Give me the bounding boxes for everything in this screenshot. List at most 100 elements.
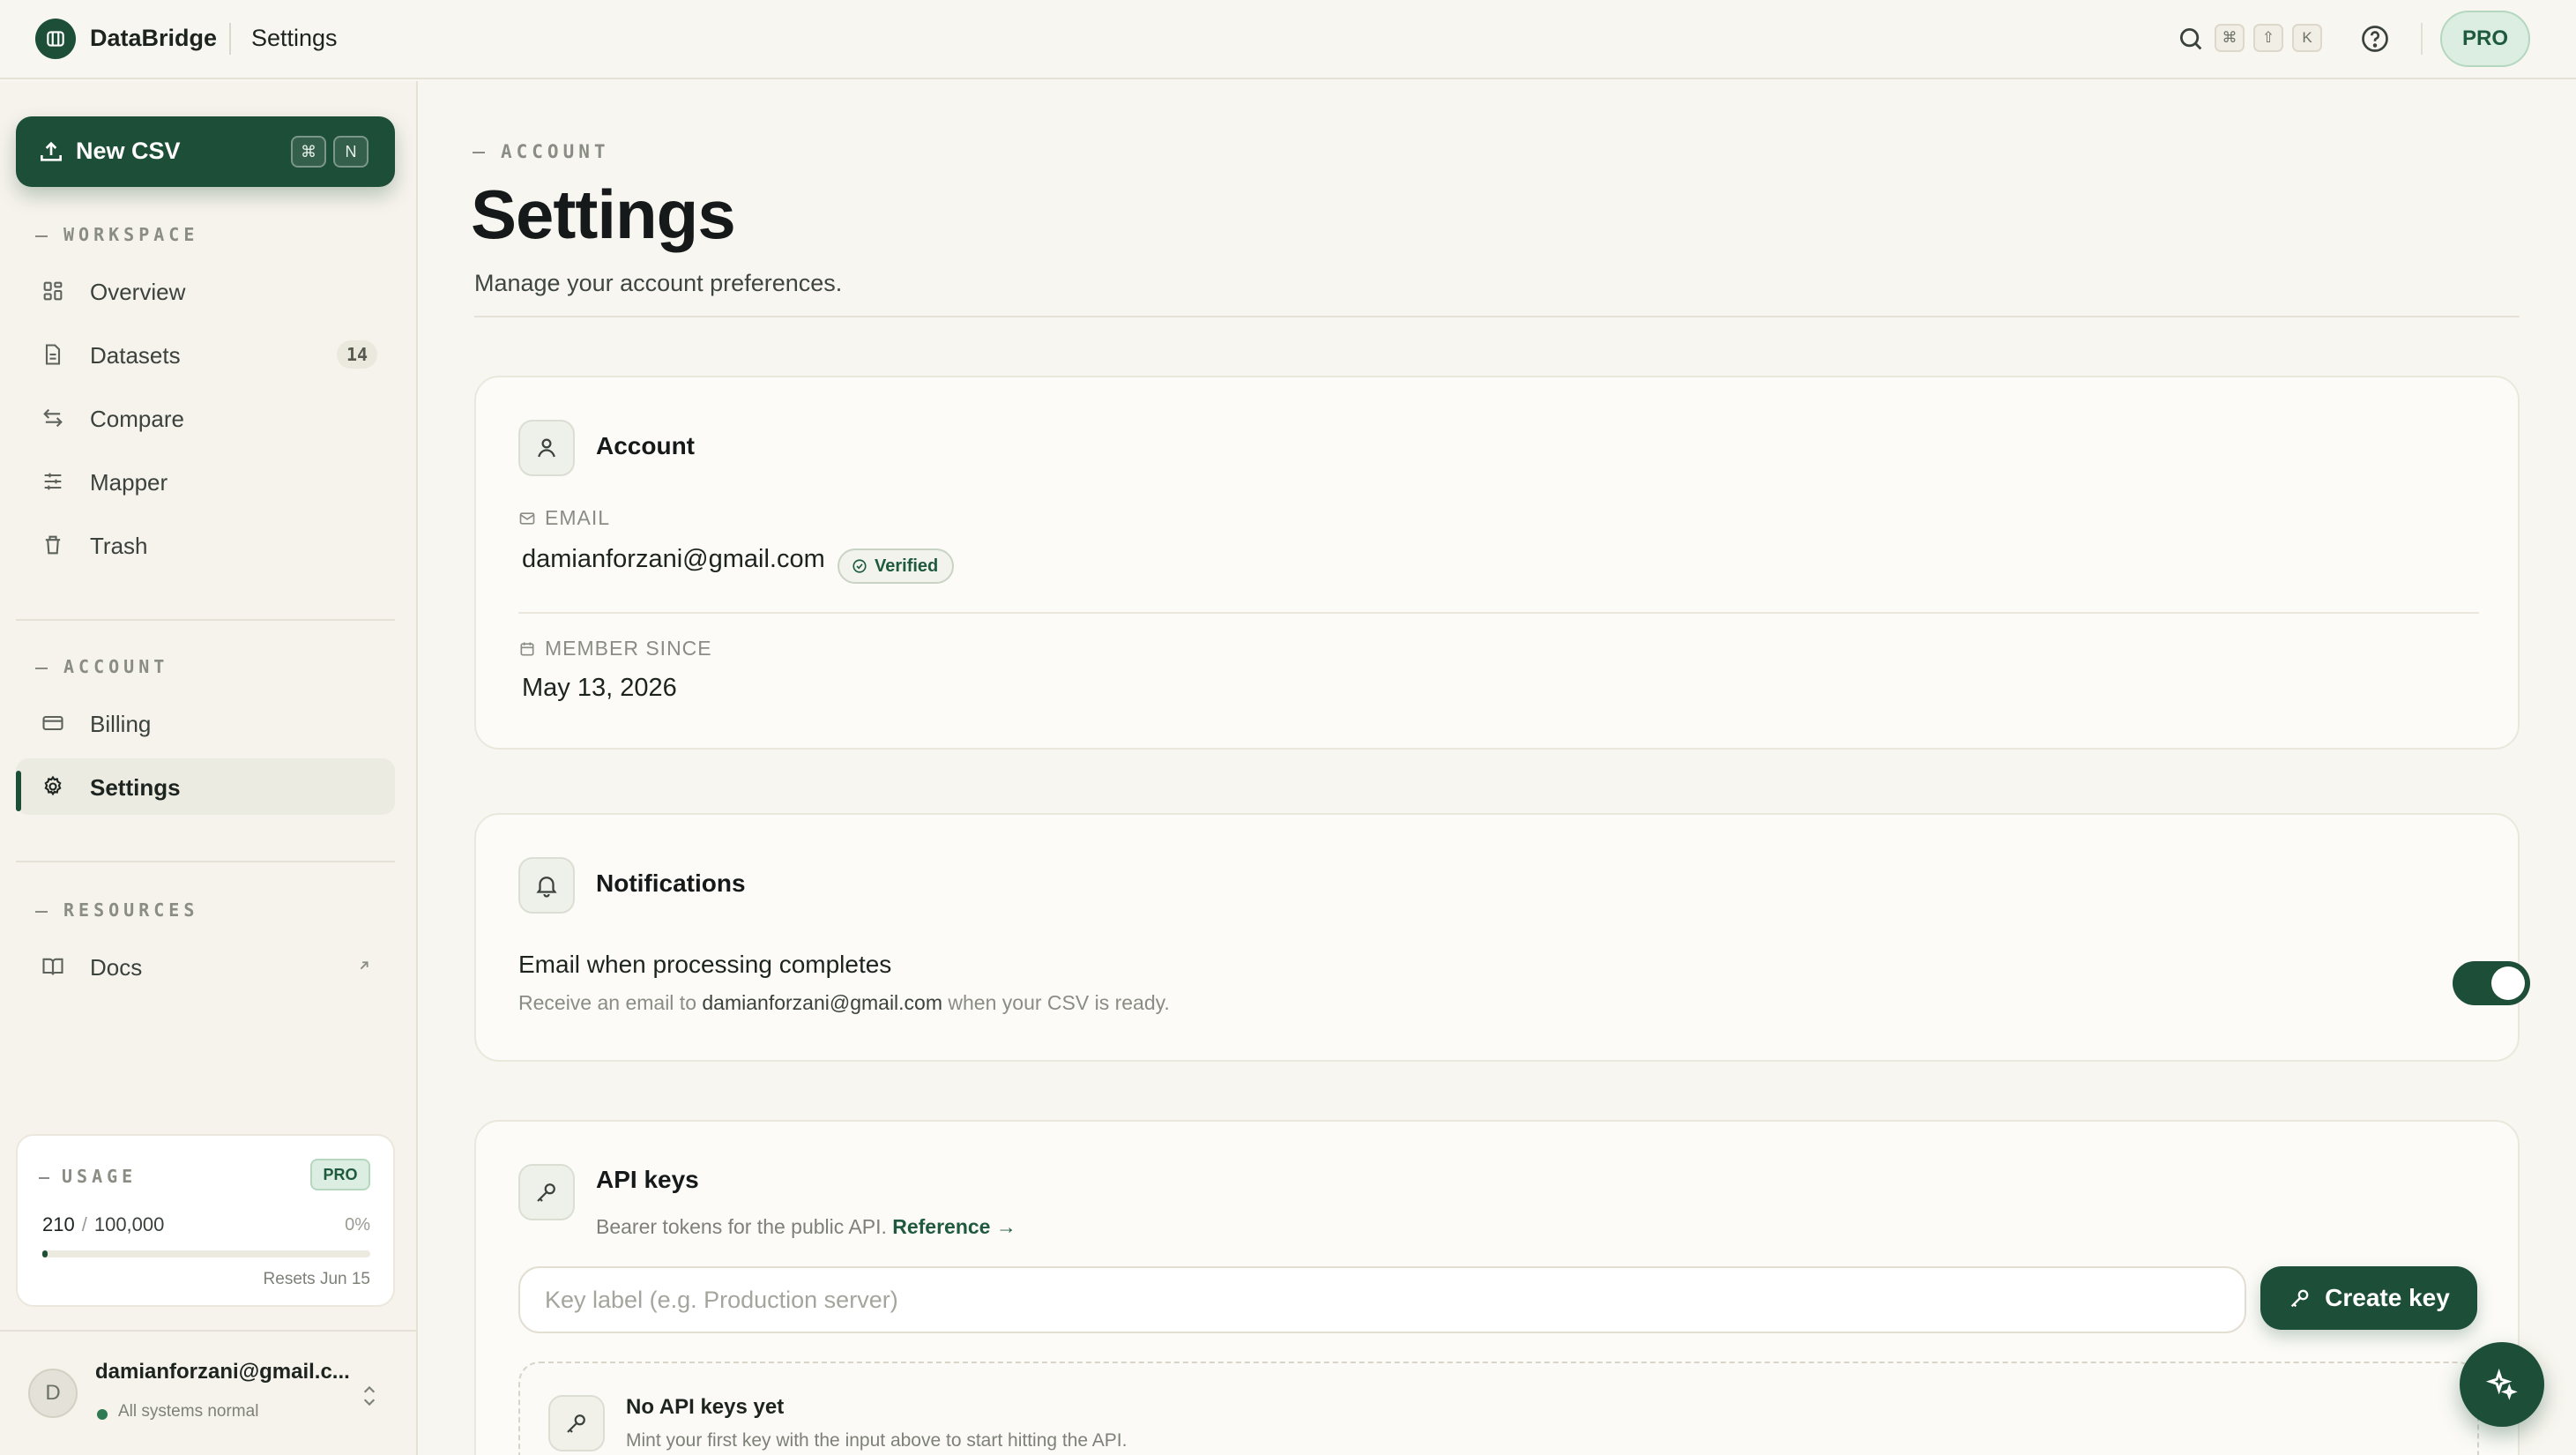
sliders-icon bbox=[44, 473, 62, 490]
usage-reset-date: Resets Jun 15 bbox=[263, 1270, 370, 1288]
credit-card-icon bbox=[42, 715, 63, 731]
databridge-logo-icon[interactable] bbox=[35, 19, 76, 59]
section-label-account: ACCOUNT bbox=[35, 656, 168, 677]
trash-icon bbox=[45, 535, 61, 555]
page-title: Settings bbox=[471, 175, 736, 253]
verified-badge: Verified bbox=[838, 548, 955, 584]
sidebar-item-label: Overview bbox=[90, 279, 186, 305]
api-keys-subtitle: Bearer tokens for the public API. Refere… bbox=[596, 1215, 1016, 1238]
section-label-resources: RESOURCES bbox=[35, 899, 198, 921]
shortcut-key-cmd: ⌘ bbox=[291, 136, 326, 168]
sparkle-icon bbox=[2485, 1368, 2518, 1400]
external-link-icon bbox=[360, 961, 369, 970]
sidebar-item-label: Trash bbox=[90, 533, 148, 559]
key-icon bbox=[2291, 1289, 2309, 1308]
new-csv-label: New CSV bbox=[76, 138, 181, 164]
section-label-workspace: WORKSPACE bbox=[35, 224, 198, 245]
active-indicator bbox=[16, 771, 21, 811]
sidebar-item-label: Compare bbox=[90, 406, 184, 432]
bell-icon bbox=[518, 857, 575, 914]
brand-divider bbox=[229, 23, 231, 55]
grid-icon bbox=[43, 281, 63, 301]
gear-icon bbox=[44, 775, 62, 796]
usage-percent: 0% bbox=[345, 1215, 370, 1235]
mail-icon bbox=[519, 512, 535, 525]
system-status-text: All systems normal bbox=[118, 1402, 259, 1421]
key-icon bbox=[518, 1164, 575, 1220]
member-since-value: May 13, 2026 bbox=[522, 674, 677, 702]
sidebar-item-label: Settings bbox=[90, 774, 181, 801]
notifications-card: Notifications Email when processing comp… bbox=[474, 813, 2530, 1062]
sidebar-item-compare[interactable]: Compare bbox=[16, 390, 395, 446]
sidebar-item-settings[interactable]: Settings bbox=[16, 758, 395, 815]
sidebar-item-trash[interactable]: Trash bbox=[16, 517, 395, 573]
create-key-button[interactable]: Create key bbox=[2260, 1266, 2477, 1330]
shortcut-key-cmd: ⌘ bbox=[2215, 24, 2245, 52]
sidebar-divider bbox=[16, 861, 395, 862]
api-keys-card-title: API keys bbox=[596, 1166, 699, 1193]
empty-state-title: No API keys yet bbox=[626, 1395, 785, 1419]
email-notification-toggle[interactable] bbox=[2453, 961, 2530, 1005]
shortcut-key-k: K bbox=[2292, 24, 2322, 52]
shortcut-key-shift: ⇧ bbox=[2253, 24, 2283, 52]
email-value: damianforzani@gmail.com bbox=[522, 545, 825, 573]
sidebar-item-label: Mapper bbox=[90, 469, 168, 496]
new-csv-button[interactable]: New CSV ⌘ N bbox=[16, 116, 395, 187]
app-name[interactable]: DataBridge bbox=[90, 25, 217, 52]
sidebar-item-mapper[interactable]: Mapper bbox=[16, 453, 395, 510]
breadcrumb: Settings bbox=[251, 25, 338, 51]
reference-link[interactable]: Reference → bbox=[892, 1215, 1016, 1238]
plan-badge[interactable]: PRO bbox=[2440, 11, 2530, 67]
notification-setting-title: Email when processing completes bbox=[518, 951, 892, 978]
upload-icon bbox=[41, 141, 62, 161]
api-keys-card: API keys Bearer tokens for the public AP… bbox=[474, 1120, 2520, 1455]
calendar-icon bbox=[520, 642, 534, 656]
notification-setting-description: Receive an email to damianforzani@gmail.… bbox=[518, 991, 1170, 1014]
page-subtitle: Manage your account preferences. bbox=[474, 270, 843, 296]
usage-progress-fill bbox=[42, 1250, 48, 1257]
title-divider bbox=[474, 316, 2520, 317]
email-label: EMAIL bbox=[518, 506, 610, 530]
avatar[interactable]: D bbox=[28, 1369, 78, 1418]
usage-progress-bar bbox=[42, 1250, 370, 1257]
sidebar-item-label: Datasets bbox=[90, 342, 181, 369]
ai-assistant-button[interactable] bbox=[2460, 1342, 2544, 1427]
top-bar: DataBridge Settings ⌘ ⇧ K PRO bbox=[0, 0, 2576, 79]
user-divider bbox=[0, 1330, 418, 1332]
card-divider bbox=[518, 612, 2479, 614]
empty-state-description: Mint your first key with the input above… bbox=[626, 1430, 1128, 1451]
arrows-swap-icon bbox=[43, 408, 63, 428]
user-icon bbox=[518, 420, 575, 476]
account-card-title: Account bbox=[596, 432, 695, 459]
main-content: ACCOUNT Settings Manage your account pre… bbox=[420, 81, 2576, 1455]
sidebar-divider bbox=[16, 619, 395, 621]
datasets-count-badge: 14 bbox=[337, 340, 377, 369]
chevron-up-down-icon[interactable] bbox=[358, 1383, 381, 1409]
key-icon bbox=[548, 1395, 605, 1451]
search-icon[interactable] bbox=[2176, 24, 2206, 54]
toggle-knob bbox=[2491, 966, 2525, 1000]
usage-label: USAGE bbox=[39, 1166, 137, 1187]
usage-count: 210/100,000 bbox=[42, 1213, 165, 1235]
file-icon bbox=[45, 344, 61, 365]
sidebar-item-billing[interactable]: Billing bbox=[16, 695, 395, 751]
user-email[interactable]: damianforzani@gmail.c... bbox=[95, 1360, 350, 1384]
sidebar-item-label: Docs bbox=[90, 954, 143, 981]
sidebar-item-datasets[interactable]: Datasets 14 bbox=[16, 326, 395, 383]
sidebar-item-label: Billing bbox=[90, 711, 152, 737]
member-since-label: MEMBER SINCE bbox=[518, 637, 712, 660]
page-eyebrow: ACCOUNT bbox=[473, 141, 610, 162]
api-keys-empty-state: No API keys yet Mint your first key with… bbox=[518, 1362, 2479, 1455]
sidebar: New CSV ⌘ N WORKSPACE Overview Datasets … bbox=[0, 81, 418, 1455]
usage-plan-badge: PRO bbox=[310, 1159, 370, 1190]
sidebar-item-docs[interactable]: Docs bbox=[16, 938, 395, 995]
status-dot-icon bbox=[97, 1409, 108, 1420]
sidebar-item-overview[interactable]: Overview bbox=[16, 263, 395, 319]
book-icon bbox=[42, 958, 63, 975]
notifications-card-title: Notifications bbox=[596, 869, 746, 897]
shortcut-key-n: N bbox=[333, 136, 369, 168]
topbar-divider bbox=[2421, 23, 2423, 55]
help-icon[interactable] bbox=[2359, 23, 2391, 55]
account-card: Account EMAIL damianforzani@gmail.com Ve… bbox=[474, 376, 2520, 750]
key-label-input[interactable]: Key label (e.g. Production server) bbox=[518, 1266, 2246, 1333]
